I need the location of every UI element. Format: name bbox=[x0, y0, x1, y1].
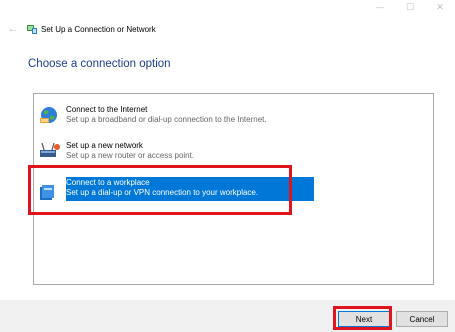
option-new-network[interactable]: Set up a new network Set up a new router… bbox=[34, 134, 433, 164]
next-button[interactable]: Next bbox=[338, 311, 390, 327]
close-button[interactable]: ✕ bbox=[425, 0, 455, 14]
option-description: Set up a dial-up or VPN connection to yo… bbox=[66, 188, 259, 197]
option-text: Connect to a workplace Set up a dial-up … bbox=[66, 178, 258, 198]
option-connect-internet[interactable]: Connect to the Internet Set up a broadba… bbox=[34, 98, 433, 128]
cancel-button[interactable]: Cancel bbox=[396, 311, 448, 327]
option-title: Connect to a workplace bbox=[66, 178, 150, 187]
option-title: Set up a new network bbox=[66, 141, 143, 150]
back-arrow-icon[interactable]: ← bbox=[4, 23, 22, 35]
navigation-row: ← Set Up a Connection or Network bbox=[0, 20, 455, 38]
maximize-button[interactable]: ☐ bbox=[395, 0, 425, 14]
title-bar: — ☐ ✕ bbox=[0, 0, 455, 14]
window-title: Set Up a Connection or Network bbox=[41, 24, 156, 34]
option-title: Connect to the Internet bbox=[66, 105, 148, 114]
option-text: Connect to the Internet Set up a broadba… bbox=[66, 105, 267, 125]
minimize-button[interactable]: — bbox=[365, 0, 395, 14]
window-controls: — ☐ ✕ bbox=[365, 0, 455, 14]
option-description: Set up a new router or access point. bbox=[66, 151, 195, 160]
globe-icon bbox=[40, 107, 57, 123]
connection-options-list: Connect to the Internet Set up a broadba… bbox=[33, 93, 434, 285]
option-text: Set up a new network Set up a new router… bbox=[66, 141, 194, 161]
workplace-icon bbox=[40, 185, 54, 200]
dialog-footer: Next Cancel bbox=[0, 300, 455, 332]
page-heading: Choose a connection option bbox=[28, 58, 171, 70]
option-connect-workplace[interactable]: Connect to a workplace Set up a dial-up … bbox=[34, 172, 433, 202]
router-icon bbox=[40, 142, 60, 157]
network-setup-icon bbox=[27, 25, 37, 34]
option-description: Set up a broadband or dial-up connection… bbox=[66, 115, 267, 124]
